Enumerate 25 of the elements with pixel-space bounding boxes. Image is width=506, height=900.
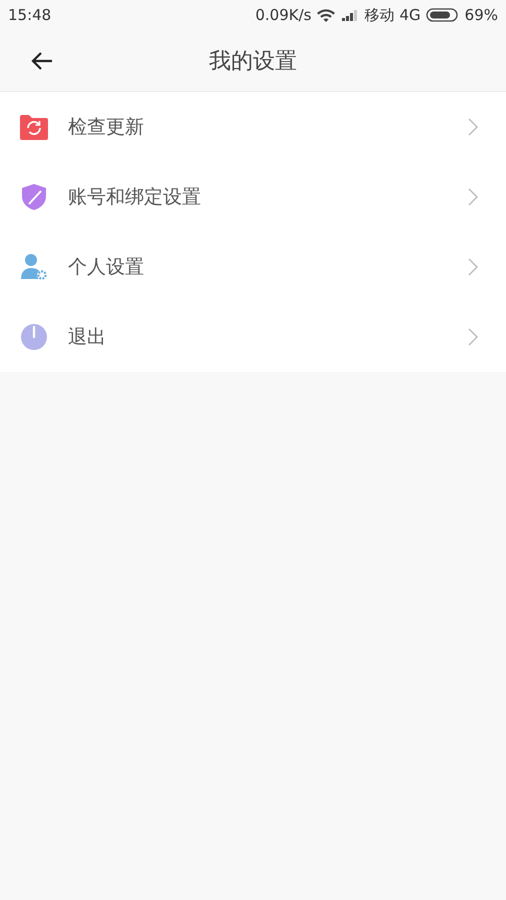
- refresh-folder-icon: [20, 114, 48, 140]
- item-label: 退出: [68, 325, 107, 350]
- settings-item[interactable]: 账号和绑定设置: [0, 162, 506, 232]
- chevron-right-icon: [468, 328, 478, 346]
- network-type: 4G: [399, 6, 421, 24]
- chevron-right-icon: [468, 118, 478, 136]
- user-gear-icon: [20, 253, 48, 281]
- battery-percent: 69%: [464, 6, 498, 24]
- power-icon: [20, 323, 48, 351]
- shield-icon: [20, 183, 48, 211]
- network-speed: 0.09K/s: [255, 6, 312, 24]
- settings-item[interactable]: 检查更新: [0, 92, 506, 162]
- page-title: 我的设置: [208, 48, 298, 76]
- item-label: 个人设置: [68, 255, 145, 280]
- signal-icon: [341, 9, 360, 21]
- status-time: 15:48: [8, 6, 52, 24]
- item-label: 检查更新: [68, 115, 145, 140]
- chevron-right-icon: [468, 258, 478, 276]
- settings-item[interactable]: 退出: [0, 302, 506, 372]
- chevron-right-icon: [468, 188, 478, 206]
- item-label: 账号和绑定设置: [68, 185, 202, 210]
- battery-icon: [426, 8, 460, 22]
- carrier-name: 移动: [364, 6, 394, 24]
- settings-item[interactable]: 个人设置: [0, 232, 506, 302]
- wifi-icon: [316, 8, 336, 22]
